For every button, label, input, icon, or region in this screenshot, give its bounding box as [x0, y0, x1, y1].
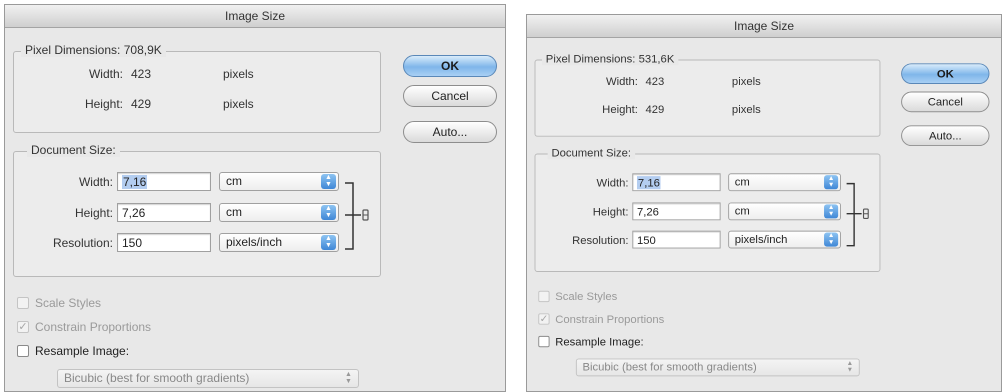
resample-method-select[interactable]: Bicubic (best for smooth gradients) ▲ ▼: [57, 369, 359, 388]
resolution-input[interactable]: 150: [117, 233, 211, 252]
pixel-height-value: 429: [131, 97, 152, 111]
ok-button[interactable]: OK: [403, 55, 497, 77]
dialog-content: Pixel Dimensions: 708,9K Width: 423 pixe…: [5, 27, 505, 391]
dialog-content: Pixel Dimensions: 531,6K Width: 423 pixe…: [527, 37, 997, 385]
scale-styles-label: Scale Styles: [35, 296, 102, 310]
stepper-arrows-icon: ▲ ▼: [824, 175, 839, 190]
ok-button[interactable]: OK: [901, 63, 990, 84]
doc-height-unit: cm: [734, 204, 750, 218]
link-icon: [846, 182, 869, 247]
pixel-height-unit: pixels: [731, 102, 761, 116]
doc-height-input[interactable]: 7,26: [632, 202, 721, 221]
resample-method-value: Bicubic (best for smooth gradients): [64, 371, 250, 385]
doc-height-value: 7,26: [636, 205, 659, 219]
pixel-dimensions-legend: Pixel Dimensions: 531,6K: [542, 52, 679, 66]
pixel-dimensions-value: 708,9K: [123, 43, 162, 57]
pixel-width-label: Width:: [88, 67, 123, 81]
doc-width-unit: cm: [734, 175, 750, 189]
pixel-width-value: 423: [131, 67, 152, 81]
doc-height-label: Height:: [592, 205, 629, 219]
pixel-width-label: Width:: [605, 74, 638, 88]
pixel-dimensions-label: Pixel Dimensions:: [25, 43, 121, 57]
doc-height-input[interactable]: 7,26: [117, 203, 211, 222]
resolution-unit-select[interactable]: pixels/inch ▲ ▼: [728, 230, 841, 249]
link-icon: [345, 182, 369, 250]
checkmark-icon: ✓: [539, 313, 549, 325]
pixel-height-label: Height:: [602, 102, 638, 116]
doc-width-input[interactable]: 7,16: [632, 173, 721, 192]
resample-image-checkbox[interactable]: [17, 345, 29, 357]
resample-image-label: Resample Image:: [35, 344, 130, 358]
stepper-arrows-icon: ▲ ▼: [846, 360, 854, 374]
stepper-arrows-icon: ▲ ▼: [824, 204, 839, 219]
doc-height-unit: cm: [226, 205, 242, 219]
resolution-unit: pixels/inch: [226, 235, 283, 249]
constrain-proportions-label: Constrain Proportions: [555, 312, 665, 326]
resample-method-value: Bicubic (best for smooth gradients): [582, 360, 757, 374]
constrain-proportions-label: Constrain Proportions: [35, 320, 152, 334]
doc-width-label: Width:: [596, 176, 629, 190]
resolution-value: 150: [122, 236, 143, 250]
image-size-dialog-right: Image Size Pixel Dimensions: 531,6K Widt…: [526, 14, 1002, 392]
doc-width-label: Width:: [78, 175, 113, 189]
auto-button[interactable]: Auto...: [403, 121, 497, 143]
doc-width-input[interactable]: 7,16: [117, 172, 211, 191]
resolution-input[interactable]: 150: [632, 230, 721, 249]
dialog-title: Image Size: [733, 19, 795, 33]
dialog-titlebar[interactable]: Image Size: [5, 5, 505, 28]
document-size-legend: Document Size:: [27, 143, 120, 157]
pixel-height-value: 429: [645, 102, 665, 116]
resolution-unit: pixels/inch: [734, 232, 788, 246]
scale-styles-checkbox[interactable]: [17, 297, 29, 309]
resolution-unit-select[interactable]: pixels/inch ▲ ▼: [219, 233, 339, 252]
doc-width-value: 7,16: [122, 175, 148, 189]
stepper-arrows-icon: ▲ ▼: [321, 235, 336, 250]
cancel-button[interactable]: Cancel: [901, 91, 990, 113]
doc-height-unit-select[interactable]: cm ▲ ▼: [219, 203, 339, 222]
constrain-proportions-checkbox[interactable]: ✓: [538, 313, 550, 325]
pixel-dimensions-value: 531,6K: [638, 52, 675, 66]
pixel-width-value: 423: [645, 74, 665, 88]
resolution-value: 150: [636, 233, 656, 247]
doc-height-label: Height:: [74, 206, 113, 220]
doc-width-unit: cm: [226, 174, 242, 188]
scale-styles-checkbox[interactable]: [538, 290, 550, 303]
resample-method-select[interactable]: Bicubic (best for smooth gradients) ▲ ▼: [575, 358, 860, 377]
pixel-height-label: Height:: [84, 97, 123, 111]
doc-height-unit-select[interactable]: cm ▲ ▼: [728, 202, 841, 221]
doc-height-value: 7,26: [122, 206, 146, 220]
pixel-dimensions-legend: Pixel Dimensions: 708,9K: [21, 43, 166, 57]
document-size-legend: Document Size:: [547, 146, 635, 160]
stepper-arrows-icon: ▲ ▼: [321, 174, 336, 189]
doc-width-unit-select[interactable]: cm ▲ ▼: [219, 172, 339, 191]
resample-image-checkbox[interactable]: [538, 335, 550, 348]
stepper-arrows-icon: ▲ ▼: [824, 232, 839, 247]
dialog-title: Image Size: [224, 9, 286, 23]
checkmark-icon: ✓: [18, 321, 28, 333]
pixel-dimensions-group: [13, 51, 381, 133]
resolution-label: Resolution:: [572, 233, 629, 247]
cancel-button[interactable]: Cancel: [403, 85, 497, 107]
stepper-arrows-icon: ▲ ▼: [321, 205, 336, 220]
dialog-titlebar[interactable]: Image Size: [527, 15, 1001, 38]
stepper-arrows-icon: ▲ ▼: [345, 371, 352, 385]
resolution-label: Resolution:: [52, 236, 113, 250]
pixel-width-unit: pixels: [223, 67, 254, 81]
constrain-proportions-checkbox[interactable]: ✓: [17, 321, 29, 333]
pixel-dimensions-group: [534, 59, 881, 137]
pixel-width-unit: pixels: [731, 74, 761, 88]
resample-image-label: Resample Image:: [555, 334, 644, 349]
image-size-dialog-left: Image Size Pixel Dimensions: 708,9K Widt…: [4, 4, 506, 392]
auto-button[interactable]: Auto...: [901, 125, 990, 147]
pixel-height-unit: pixels: [223, 97, 254, 111]
doc-width-value: 7,16: [636, 176, 661, 190]
pixel-dimensions-label: Pixel Dimensions:: [545, 52, 636, 66]
doc-width-unit-select[interactable]: cm ▲ ▼: [728, 173, 841, 192]
scale-styles-label: Scale Styles: [555, 289, 618, 304]
